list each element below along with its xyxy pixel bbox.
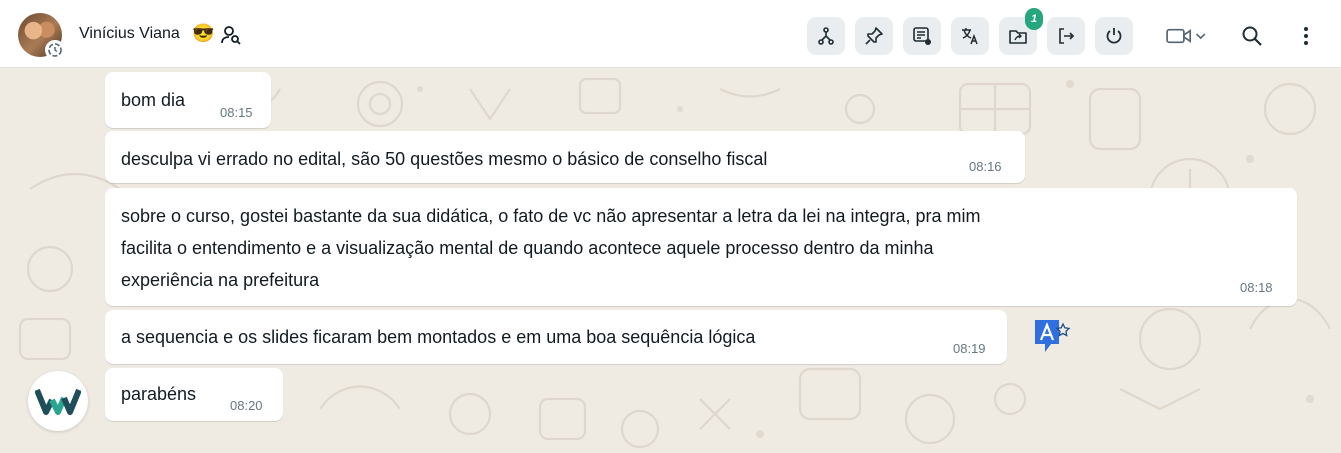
- translate-star-icon[interactable]: [1033, 318, 1071, 354]
- pin-button[interactable]: [855, 17, 893, 55]
- logout-icon: [1059, 28, 1075, 44]
- pin-icon: [865, 27, 883, 45]
- chat-header: Vinícius Viana 😎 1: [0, 0, 1341, 68]
- message-time: 08:19: [953, 341, 986, 356]
- message-bubble[interactable]: sobre o curso, gostei bastante da sua di…: [105, 188, 1297, 306]
- logo-icon: [35, 388, 81, 415]
- message-edit-icon: [913, 27, 931, 45]
- message-time: 08:15: [220, 105, 253, 120]
- fork-button[interactable]: [807, 17, 845, 55]
- video-call-icon: [1166, 28, 1206, 44]
- video-call-button[interactable]: [1160, 18, 1212, 54]
- message-time: 08:20: [230, 398, 263, 413]
- more-vertical-icon: [1304, 27, 1308, 45]
- search-button[interactable]: [1238, 18, 1266, 54]
- message-text: parabéns: [121, 384, 197, 404]
- message-line: experiência na prefeitura: [121, 270, 320, 290]
- message-line: sobre o curso, gostei bastante da sua di…: [121, 206, 981, 226]
- folder-share-button[interactable]: 1: [999, 8, 1043, 55]
- message-bubble[interactable]: a sequencia e os slides ficaram bem mont…: [105, 310, 1007, 364]
- message-bubble[interactable]: bom dia 08:15: [105, 72, 271, 128]
- message-text: desculpa vi errado no edital, são 50 que…: [121, 149, 768, 169]
- chat-area[interactable]: bom dia 08:15 desculpa vi errado no edit…: [0, 69, 1341, 453]
- message-bubble[interactable]: parabéns 08:20: [105, 368, 283, 421]
- message-bubble[interactable]: desculpa vi errado no edital, são 50 que…: [105, 131, 1025, 183]
- power-icon: [1106, 28, 1122, 44]
- message-line: facilita o entendimento e a visualização…: [121, 238, 934, 258]
- folder-share-icon: [1009, 30, 1027, 44]
- search-icon: [1242, 26, 1262, 46]
- menu-button[interactable]: [1294, 18, 1318, 54]
- message-text: bom dia: [121, 90, 186, 110]
- message-edit-button[interactable]: [903, 17, 941, 55]
- power-button[interactable]: [1095, 17, 1133, 55]
- fork-icon: [818, 27, 834, 45]
- message-time: 08:16: [969, 159, 1002, 174]
- contact-name[interactable]: Vinícius Viana: [79, 25, 180, 43]
- contact-avatar[interactable]: [18, 13, 65, 60]
- translate-icon: [962, 28, 978, 45]
- contact-emoji: 😎: [192, 23, 215, 43]
- status-icon: [45, 40, 65, 60]
- message-time: 08:18: [1240, 280, 1273, 295]
- brand-logo[interactable]: [28, 371, 88, 431]
- message-text: a sequencia e os slides ficaram bem mont…: [121, 327, 756, 347]
- people-icon[interactable]: [220, 24, 242, 46]
- notification-badge: 1: [1025, 8, 1043, 30]
- logout-button[interactable]: [1047, 17, 1085, 55]
- translate-button[interactable]: [951, 17, 989, 55]
